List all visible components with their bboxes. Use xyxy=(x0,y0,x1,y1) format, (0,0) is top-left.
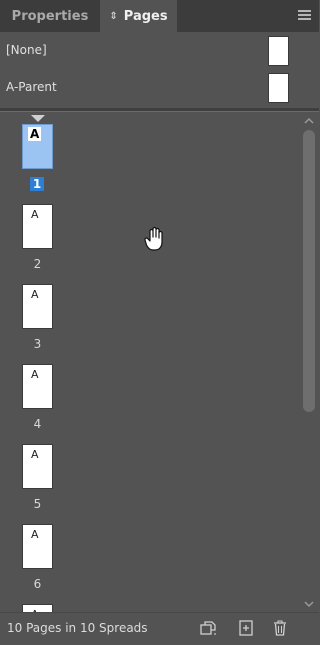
page-number: 1 xyxy=(30,177,44,191)
parent-item-a-parent[interactable]: A-Parent xyxy=(0,70,319,106)
master-prefix: A xyxy=(31,528,39,541)
scroll-up-icon[interactable] xyxy=(303,116,315,126)
page-item-3[interactable]: A 3 xyxy=(22,284,54,351)
pages-list: A 1 A 2 A 3 A 4 A 5 A 6 A 7 xyxy=(0,112,319,612)
page-item-4[interactable]: A 4 xyxy=(22,364,54,431)
scroll-down-icon[interactable] xyxy=(303,599,315,609)
master-prefix: A xyxy=(28,127,42,141)
master-prefix: A xyxy=(31,368,39,381)
parent-label: [None] xyxy=(6,43,47,57)
parent-item-none[interactable]: [None] xyxy=(0,33,319,69)
page-item-2[interactable]: A 2 xyxy=(22,204,54,271)
tab-properties-label: Properties xyxy=(11,8,89,24)
page-thumbnail[interactable]: A xyxy=(22,444,53,489)
spread-indicator-icon xyxy=(31,115,45,122)
tab-swap-icon: ⇕ xyxy=(109,10,118,22)
page-thumbnail[interactable]: A xyxy=(22,364,53,409)
parent-thumbnail[interactable] xyxy=(268,36,289,66)
panel-menu-icon[interactable] xyxy=(298,10,311,20)
page-number: 4 xyxy=(33,417,42,431)
page-thumbnail[interactable]: A xyxy=(22,524,53,569)
new-page-icon[interactable] xyxy=(236,618,256,638)
panel-footer: 10 Pages in 10 Spreads xyxy=(0,612,319,645)
page-item-6[interactable]: A 6 xyxy=(22,524,54,591)
page-size-icon[interactable] xyxy=(198,618,218,638)
tab-pages-label: Pages xyxy=(123,8,168,24)
page-number: 6 xyxy=(33,577,42,591)
page-number: 3 xyxy=(33,337,42,351)
scrollbar-thumb[interactable] xyxy=(303,130,315,412)
page-thumbnail[interactable]: A xyxy=(22,604,53,612)
hand-cursor-icon xyxy=(144,226,163,251)
master-prefix: A xyxy=(31,448,39,461)
panel-tab-bar: Properties ⇕ Pages xyxy=(0,0,319,32)
page-number: 2 xyxy=(33,257,42,271)
master-prefix: A xyxy=(31,208,39,221)
page-thumbnail[interactable]: A xyxy=(22,284,53,329)
tab-properties[interactable]: Properties xyxy=(0,0,100,32)
page-count-status: 10 Pages in 10 Spreads xyxy=(7,621,148,635)
page-item-1[interactable]: A 1 xyxy=(22,124,54,191)
page-item-5[interactable]: A 5 xyxy=(22,444,54,511)
tab-pages[interactable]: ⇕ Pages xyxy=(100,0,177,32)
trash-icon[interactable] xyxy=(270,618,290,638)
page-thumbnail[interactable]: A xyxy=(22,124,53,169)
parent-label: A-Parent xyxy=(6,80,57,94)
master-prefix: A xyxy=(31,288,39,301)
page-item-7[interactable]: A 7 xyxy=(22,604,54,612)
page-number: 5 xyxy=(33,497,42,511)
parent-thumbnail[interactable] xyxy=(268,73,289,103)
page-thumbnail[interactable]: A xyxy=(22,204,53,249)
